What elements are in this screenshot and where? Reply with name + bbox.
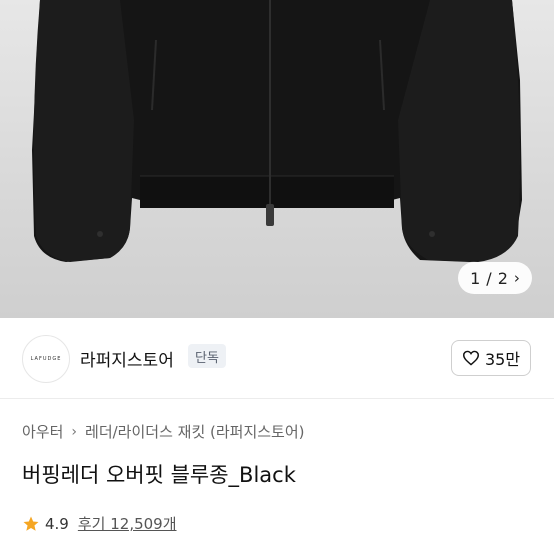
exclusive-badge: 단독 (188, 344, 226, 368)
divider (0, 398, 554, 399)
pager-separator: / (486, 268, 492, 288)
breadcrumb-level2[interactable]: 레더/라이더스 재킷 (라퍼지스토어) (85, 421, 305, 442)
chevron-right-icon[interactable]: › (514, 269, 520, 287)
pager-total: 2 (497, 268, 508, 288)
breadcrumb: 아우터 › 레더/라이더스 재킷 (라퍼지스토어) (22, 421, 305, 442)
breadcrumb-level1[interactable]: 아우터 (22, 421, 63, 442)
pager-current: 1 (470, 268, 481, 288)
rating-score: 4.9 (45, 514, 69, 533)
product-image[interactable]: 1 / 2 › (0, 0, 554, 318)
review-count-link[interactable]: 후기 12,509개 (78, 513, 177, 534)
star-icon (23, 516, 39, 531)
chevron-right-icon: › (71, 423, 78, 440)
like-button[interactable]: 35만 (451, 340, 531, 376)
store-logo[interactable]: LAFUDGE (22, 335, 70, 383)
like-count: 35만 (484, 350, 521, 369)
store-logo-text: LAFUDGE (30, 356, 62, 362)
store-name[interactable]: 라퍼지스토어 (80, 346, 174, 371)
heart-icon (462, 350, 479, 366)
rating-row: 4.9 후기 12,509개 (22, 513, 177, 534)
image-pager[interactable]: 1 / 2 › (458, 262, 532, 294)
store-row: LAFUDGE 라퍼지스토어 단독 35만 (0, 318, 554, 398)
product-title: 버핑레더 오버핏 블루종_Black (22, 463, 296, 487)
